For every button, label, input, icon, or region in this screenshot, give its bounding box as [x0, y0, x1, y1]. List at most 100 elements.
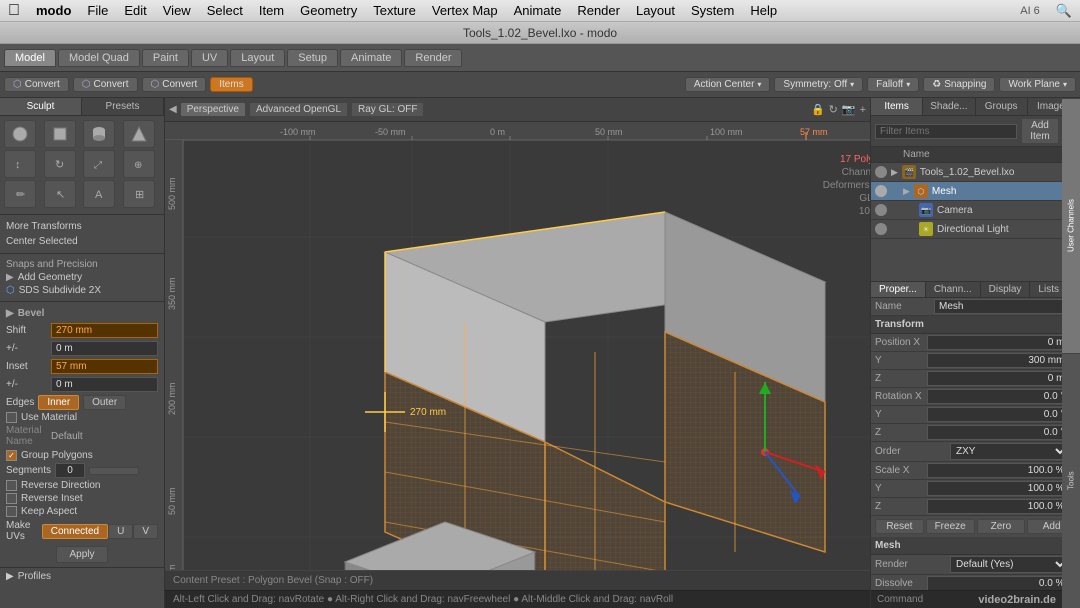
tool-move[interactable]: ↕ — [4, 150, 36, 178]
tool-transform[interactable]: ⊕ — [123, 150, 155, 178]
menu-texture[interactable]: Texture — [373, 3, 416, 18]
dissolve-input[interactable] — [927, 576, 1069, 591]
tool-select[interactable]: ↖ — [44, 180, 76, 208]
menu-system[interactable]: System — [691, 3, 734, 18]
convert-btn-3[interactable]: ⬡ Convert — [142, 77, 207, 92]
app-name[interactable]: modo — [36, 3, 71, 18]
tool-pen[interactable]: ✏ — [4, 180, 36, 208]
left-tab-sculpt[interactable]: Sculpt — [0, 98, 82, 115]
make-uvs-u-btn[interactable]: U — [108, 524, 133, 539]
item-visibility-4[interactable] — [875, 223, 887, 235]
viewport-expand-icon[interactable]: + — [860, 104, 866, 116]
left-tab-presets[interactable]: Presets — [82, 98, 164, 115]
profiles-label[interactable]: ▶Profiles — [6, 571, 158, 582]
reverse-inset-check[interactable] — [6, 493, 17, 504]
inset-pm-input[interactable] — [51, 377, 158, 392]
props-tab-proper[interactable]: Proper... — [871, 282, 926, 297]
rot-x-input[interactable] — [927, 389, 1069, 404]
tab-uv[interactable]: UV — [191, 49, 228, 67]
menu-vertex-map[interactable]: Vertex Map — [432, 3, 498, 18]
add-geometry[interactable]: ▶Add Geometry — [6, 271, 158, 284]
tab-items[interactable]: Items — [871, 98, 923, 115]
shift-input[interactable] — [51, 323, 158, 338]
menu-layout[interactable]: Layout — [636, 3, 675, 18]
rot-z-input[interactable] — [927, 425, 1069, 440]
freeze-btn[interactable]: Freeze — [926, 519, 975, 534]
keep-aspect-check[interactable] — [6, 506, 17, 517]
convert-btn-2[interactable]: ⬡ Convert — [73, 77, 138, 92]
ray-gl-btn[interactable]: Ray GL: OFF — [351, 102, 424, 117]
list-item[interactable]: 📷 Camera — [871, 201, 1080, 220]
viewport-camera-icon[interactable]: 📷 — [842, 103, 856, 116]
tab-model-quad[interactable]: Model Quad — [58, 49, 140, 67]
item-expand-1[interactable]: ▶ — [891, 167, 898, 178]
tool-sphere[interactable] — [4, 120, 36, 148]
scale-z-input[interactable] — [927, 499, 1069, 514]
perspective-btn[interactable]: Perspective — [180, 102, 246, 117]
items-btn[interactable]: Items — [210, 77, 252, 92]
segments-slider[interactable] — [89, 467, 139, 475]
order-select[interactable]: ZXY — [950, 443, 1069, 460]
filter-input[interactable] — [875, 124, 1017, 139]
search-icon[interactable]: 🔍 — [1056, 3, 1072, 19]
viewport-prev-icon[interactable]: ◀ — [169, 104, 177, 115]
inset-input[interactable] — [51, 359, 158, 374]
symmetry-dropdown[interactable]: Symmetry: Off▾ — [774, 77, 863, 92]
snapping-btn[interactable]: ♻ Snapping — [923, 77, 995, 92]
tab-layout[interactable]: Layout — [230, 49, 285, 67]
pos-z-input[interactable] — [927, 371, 1069, 386]
shader-btn[interactable]: Advanced OpenGL — [249, 102, 348, 117]
menu-edit[interactable]: Edit — [124, 3, 146, 18]
reset-btn[interactable]: Reset — [875, 519, 924, 534]
center-selected[interactable]: Center Selected — [6, 234, 158, 249]
viewport-lock-icon[interactable]: 🔒 — [811, 103, 825, 116]
tab-render[interactable]: Render — [404, 49, 462, 67]
menu-item[interactable]: Item — [259, 3, 284, 18]
edges-inner-btn[interactable]: Inner — [38, 395, 79, 410]
tool-cone[interactable] — [123, 120, 155, 148]
tool-paint[interactable]: A — [83, 180, 115, 208]
sds-subdivide[interactable]: ⬡SDS Subdivide 2X — [6, 284, 158, 297]
apple-menu[interactable]:  — [8, 2, 20, 20]
add-item-btn[interactable]: Add Item — [1021, 118, 1059, 144]
apply-button[interactable]: Apply — [56, 546, 107, 563]
menu-file[interactable]: File — [87, 3, 108, 18]
list-item[interactable]: ▶ 🎬 Tools_1.02_Bevel.lxo — [871, 163, 1080, 182]
scale-y-input[interactable] — [927, 481, 1069, 496]
work-plane-dropdown[interactable]: Work Plane▾ — [999, 77, 1076, 92]
item-visibility-2[interactable] — [875, 185, 887, 197]
tab-groups[interactable]: Groups — [976, 98, 1028, 115]
menu-select[interactable]: Select — [207, 3, 243, 18]
scale-x-input[interactable] — [927, 463, 1069, 478]
rot-y-input[interactable] — [927, 407, 1069, 422]
user-channels-tab[interactable]: User Channels — [1062, 98, 1080, 353]
convert-btn-1[interactable]: ⬡ Convert — [4, 77, 69, 92]
props-tab-chann[interactable]: Chann... — [926, 282, 981, 297]
menu-render[interactable]: Render — [577, 3, 620, 18]
group-polygons-check[interactable]: ✓ — [6, 450, 17, 461]
pos-y-input[interactable] — [927, 353, 1069, 368]
make-uvs-connected-btn[interactable]: Connected — [42, 524, 108, 539]
menu-animate[interactable]: Animate — [514, 3, 562, 18]
viewport-sync-icon[interactable]: ↻ — [829, 103, 838, 116]
tool-extra[interactable]: ⊞ — [123, 180, 155, 208]
segments-input[interactable] — [55, 463, 85, 478]
tools-tab[interactable]: Tools — [1062, 353, 1080, 608]
shift-pm-input[interactable] — [51, 341, 158, 356]
use-material-check[interactable] — [6, 412, 17, 423]
item-expand-2[interactable]: ▶ — [903, 186, 910, 197]
list-item[interactable]: ☀ Directional Light — [871, 220, 1080, 239]
action-center-dropdown[interactable]: Action Center▾ — [685, 77, 771, 92]
tool-scale[interactable]: ⤢ — [83, 150, 115, 178]
render-select[interactable]: Default (Yes) — [950, 556, 1069, 573]
zero-btn[interactable]: Zero — [977, 519, 1026, 534]
item-visibility-1[interactable] — [875, 166, 887, 178]
make-uvs-v-btn[interactable]: V — [133, 524, 158, 539]
name-prop-input[interactable] — [934, 299, 1076, 314]
list-item[interactable]: ▶ ⬡ Mesh ✎ — [871, 182, 1080, 201]
tool-cylinder[interactable] — [83, 120, 115, 148]
menu-help[interactable]: Help — [750, 3, 777, 18]
menu-view[interactable]: View — [163, 3, 191, 18]
pos-x-input[interactable] — [927, 335, 1069, 350]
edges-outer-btn[interactable]: Outer — [83, 395, 126, 410]
